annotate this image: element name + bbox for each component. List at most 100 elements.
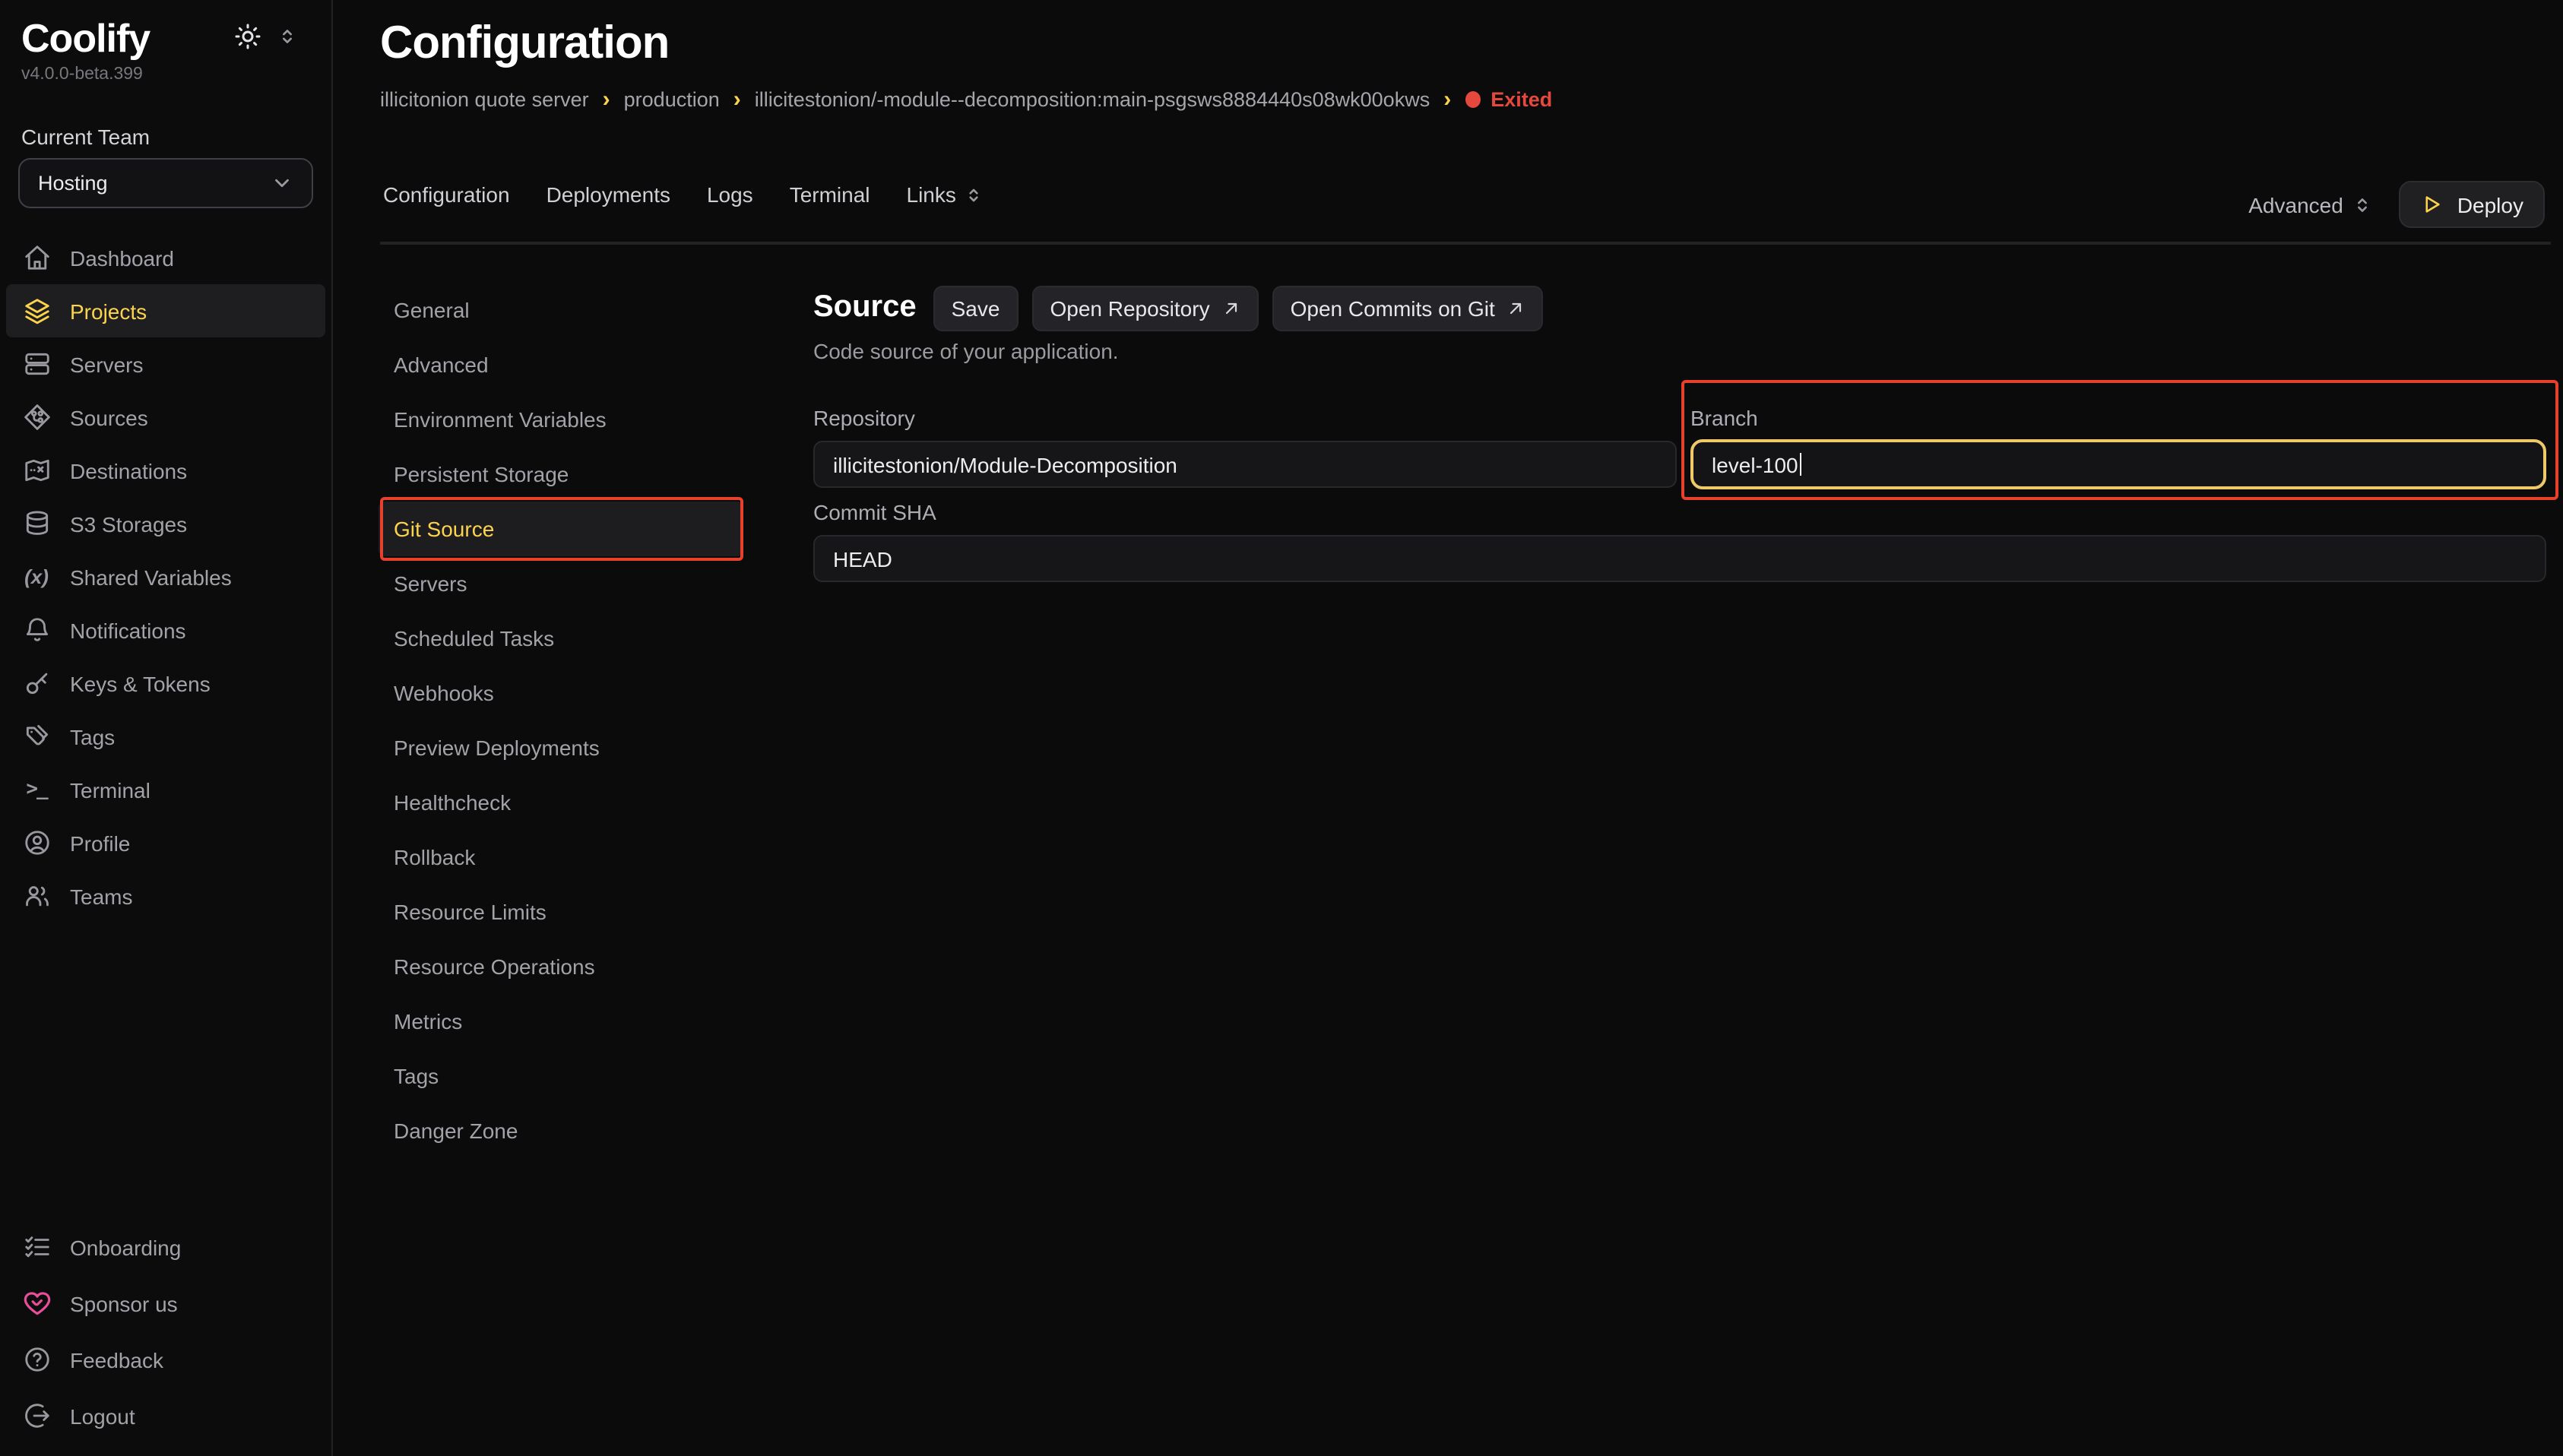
app-logo: Coolify [21,12,150,64]
text-cursor [1800,453,1802,476]
sidebar: Coolify v4.0.0-beta.399 Current Team Hos… [0,0,333,1456]
subnav-item-rollback[interactable]: Rollback [379,830,743,885]
app-version: v4.0.0-beta.399 [21,65,310,84]
sidebar-item-shared-variables[interactable]: (x) Shared Variables [0,550,331,603]
subnav-item-resource-operations[interactable]: Resource Operations [379,939,743,994]
subnav-item-resource-limits[interactable]: Resource Limits [379,885,743,939]
sidebar-item-label: Feedback [70,1347,163,1372]
header-divider [380,242,2551,245]
repository-label: Repository [813,406,1677,433]
subnav-item-scheduled-tasks[interactable]: Scheduled Tasks [379,611,743,666]
branch-field: Branch level-100 [1690,406,2546,489]
commit-sha-input[interactable]: HEAD [813,535,2546,582]
sidebar-item-destinations[interactable]: Destinations [0,444,331,497]
tab-links-label: Links [907,182,956,207]
sidebar-item-sources[interactable]: Sources [0,391,331,444]
subnav-item-advanced[interactable]: Advanced [379,337,743,392]
tags-icon [21,721,52,752]
tab-configuration[interactable]: Configuration [383,182,510,207]
tab-logs[interactable]: Logs [707,182,753,207]
advanced-menu[interactable]: Advanced [2248,192,2374,217]
sun-icon[interactable] [234,23,261,50]
branch-input[interactable]: level-100 [1690,439,2546,489]
sidebar-item-feedback[interactable]: Feedback [0,1331,331,1388]
status-label: Exited [1491,88,1552,111]
commit-sha-field: Commit SHA HEAD [813,500,2546,582]
repository-input[interactable]: illicitestonion/Module-Decomposition [813,441,1677,488]
terminal-icon: >_ [21,774,52,805]
sidebar-item-label: Destinations [70,458,187,483]
tab-links[interactable]: Links [907,182,984,207]
map-icon [21,455,52,486]
sidebar-item-logout[interactable]: Logout [0,1388,331,1444]
sidebar-item-label: Notifications [70,618,186,642]
sidebar-item-teams[interactable]: Teams [0,869,331,923]
subnav-item-preview-deployments[interactable]: Preview Deployments [379,720,743,775]
breadcrumb-environment[interactable]: production [624,88,720,111]
breadcrumb-resource[interactable]: illicitestonion/-module--decomposition:m… [755,88,1430,111]
sidebar-item-dashboard[interactable]: Dashboard [0,231,331,284]
team-select-value: Hosting [38,172,108,195]
sidebar-item-label: Sources [70,405,148,429]
branch-value: level-100 [1712,452,1798,476]
save-button[interactable]: Save [933,285,1019,331]
tab-deployments[interactable]: Deployments [546,182,670,207]
chevron-down-icon [271,172,293,195]
sidebar-item-projects[interactable]: Projects [6,284,325,337]
tab-bar: Configuration Deployments Logs Terminal … [383,182,984,207]
subnav-item-webhooks[interactable]: Webhooks [379,666,743,720]
app-root: Coolify v4.0.0-beta.399 Current Team Hos… [0,0,2563,1456]
page-title: Configuration [380,18,669,70]
logout-icon [21,1401,52,1431]
settings-subnav: General Advanced Environment Variables P… [379,283,743,1158]
save-button-label: Save [952,296,1000,320]
subnav-item-general[interactable]: General [379,283,743,337]
chevrons-up-down-icon [2352,194,2374,215]
sidebar-item-servers[interactable]: Servers [0,337,331,391]
sidebar-item-label: Dashboard [70,245,174,270]
sidebar-item-sponsor-us[interactable]: Sponsor us [0,1275,331,1331]
sidebar-item-label: Tags [70,724,115,749]
subnav-item-environment-variables[interactable]: Environment Variables [379,392,743,447]
sidebar-item-label: Onboarding [70,1235,181,1259]
help-icon [21,1344,52,1375]
subnav-item-danger-zone[interactable]: Danger Zone [379,1103,743,1158]
layers-icon [21,296,52,326]
sidebar-item-label: S3 Storages [70,511,187,536]
repository-value: illicitestonion/Module-Decomposition [833,452,1177,476]
team-select[interactable]: Hosting [18,158,313,208]
subnav-item-persistent-storage[interactable]: Persistent Storage [379,447,743,502]
variables-icon: (x) [21,562,52,592]
sidebar-item-label: Terminal [70,777,150,802]
source-section-title: Source [813,290,917,325]
open-repository-button[interactable]: Open Repository [1031,285,1258,331]
subnav-item-healthcheck[interactable]: Healthcheck [379,775,743,830]
tab-terminal[interactable]: Terminal [790,182,870,207]
chevrons-up-down-icon[interactable] [277,26,298,47]
sidebar-item-onboarding[interactable]: Onboarding [0,1219,331,1275]
subnav-item-metrics[interactable]: Metrics [379,994,743,1049]
commit-sha-label: Commit SHA [813,500,2546,527]
open-repository-label: Open Repository [1050,296,1209,320]
deploy-button[interactable]: Deploy [2400,181,2545,228]
breadcrumb-project[interactable]: illicitonion quote server [380,88,589,111]
subnav-item-tags[interactable]: Tags [379,1049,743,1103]
sidebar-item-tags[interactable]: Tags [0,710,331,763]
main-content: Configuration illicitonion quote server … [333,0,2563,1456]
sidebar-item-notifications[interactable]: Notifications [0,603,331,657]
sidebar-item-label: Servers [70,352,143,376]
git-source-icon [21,402,52,432]
status-badge: Exited [1465,88,1552,111]
sidebar-item-s3-storages[interactable]: S3 Storages [0,497,331,550]
logo-row: Coolify [21,12,310,64]
sidebar-item-terminal[interactable]: >_ Terminal [0,763,331,816]
sidebar-item-profile[interactable]: Profile [0,816,331,869]
checklist-icon [21,1232,52,1262]
open-commits-button[interactable]: Open Commits on Git [1272,285,1544,331]
sidebar-item-keys-tokens[interactable]: Keys & Tokens [0,657,331,710]
branch-label: Branch [1690,406,2546,433]
subnav-item-git-source[interactable]: Git Source [379,502,743,556]
subnav-item-servers[interactable]: Servers [379,556,743,611]
source-field-grid: Repository illicitestonion/Module-Decomp… [813,406,2546,489]
server-icon [21,349,52,379]
